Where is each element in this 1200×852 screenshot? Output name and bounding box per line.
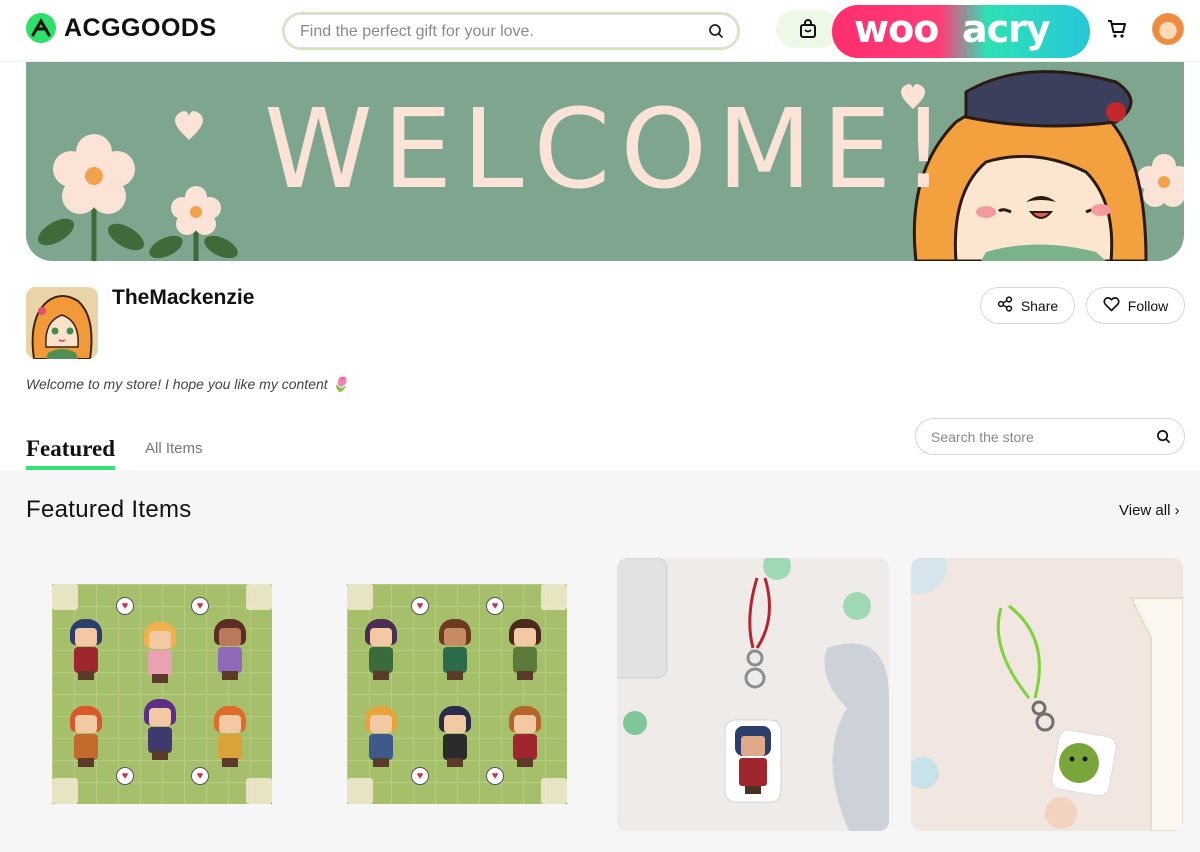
follow-label: Follow [1127,297,1169,314]
store-description: Welcome to my store! I hope you like my … [26,376,349,392]
banner-welcome-text: WELCOME! [264,85,956,213]
product-image-charm-green [911,558,1183,831]
cart-icon[interactable] [1106,18,1128,45]
main-search-bar[interactable] [282,12,740,50]
top-navigation-bar: ACGGOODS woo acry [0,0,1200,62]
logo-icon [26,13,56,43]
user-avatar[interactable] [1152,13,1184,45]
section-title: Featured Items [26,496,192,523]
product-image-sticker-sheet: ♥ ♥ ♥ ♥ [52,584,272,804]
search-icon[interactable] [708,23,724,44]
product-card[interactable] [911,558,1183,831]
featured-items-section: Featured Items View all › ♥ ♥ ♥ ♥ ♥ ♥ ♥ … [0,470,1200,852]
store-search-input[interactable] [931,427,1151,447]
tab-featured[interactable]: Featured [26,436,116,470]
main-search-input[interactable] [300,20,680,44]
site-logo[interactable]: ACGGOODS [26,13,217,43]
store-search-bar[interactable] [915,418,1185,455]
search-icon[interactable] [1156,429,1171,449]
share-icon [997,296,1013,315]
promo-text-right: acry [962,7,1051,51]
product-card[interactable]: ♥ ♥ ♥ ♥ [26,558,298,831]
product-card[interactable] [617,558,889,831]
shopping-bag-icon [798,19,818,44]
tab-all-items[interactable]: All Items [145,440,203,457]
promo-banner-woo-acry[interactable]: woo acry [832,5,1090,58]
view-all-link[interactable]: View all › [1119,502,1180,519]
promo-text-left: woo [854,7,939,51]
shopping-bag-button[interactable] [776,10,840,48]
product-image-sticker-sheet: ♥ ♥ ♥ ♥ [347,584,567,804]
store-name: TheMackenzie [112,286,255,309]
store-banner: WELCOME! [26,62,1184,261]
store-avatar[interactable] [26,287,98,359]
product-image-charm-red [617,558,889,831]
follow-button[interactable]: Follow [1086,287,1185,324]
share-button[interactable]: Share [980,287,1075,324]
share-label: Share [1020,297,1059,314]
logo-text: ACGGOODS [64,13,217,42]
product-card[interactable]: ♥ ♥ ♥ ♥ [321,558,593,831]
heart-icon [1103,296,1120,315]
store-avatar-illustration [26,287,98,359]
